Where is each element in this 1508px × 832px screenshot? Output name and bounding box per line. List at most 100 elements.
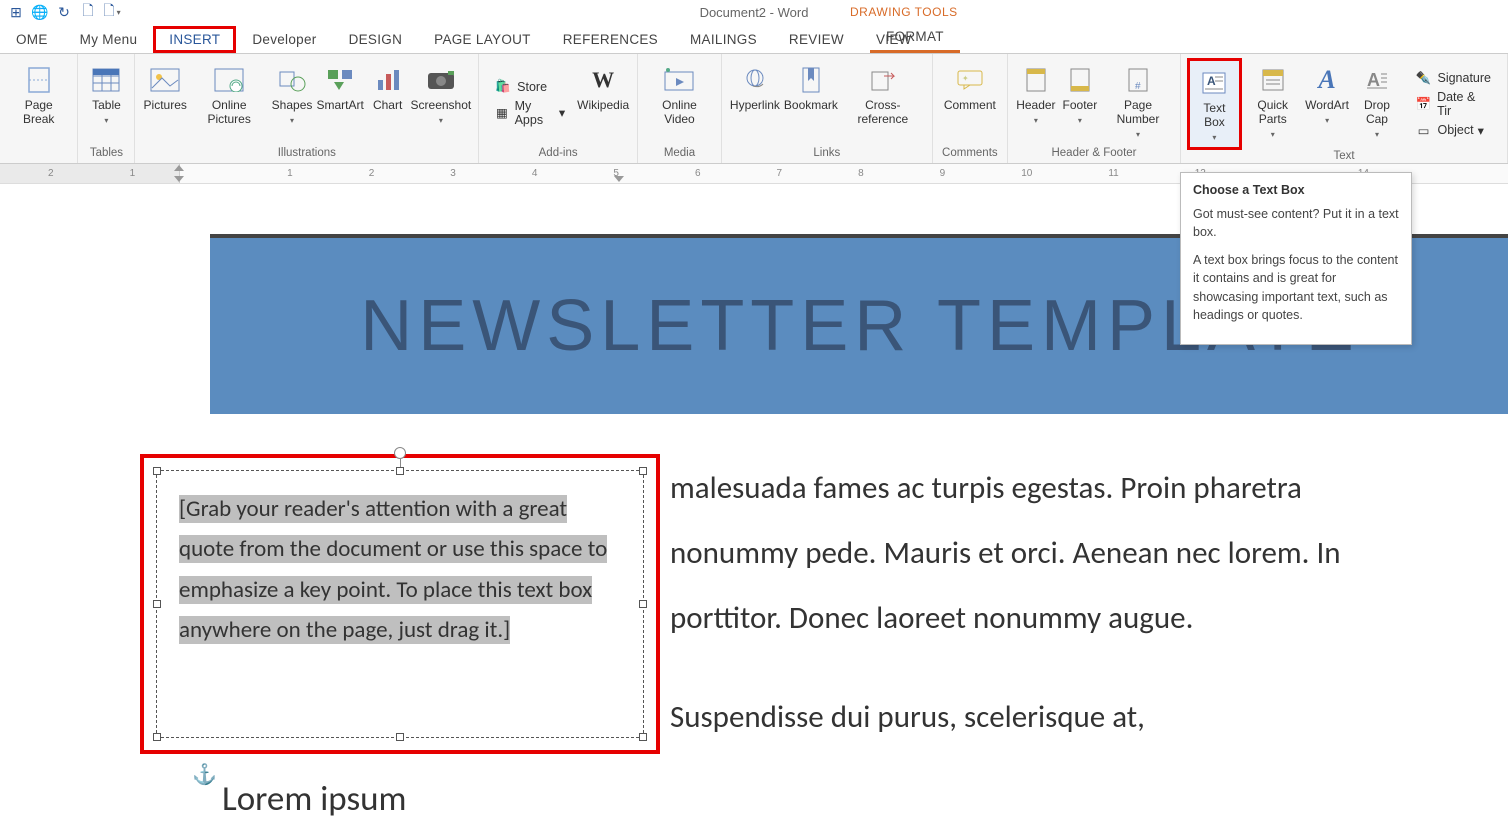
quick-parts-button[interactable]: Quick Parts▾	[1242, 58, 1304, 150]
group-label-comments: Comments	[942, 147, 998, 163]
text-box-object[interactable]: [Grab your reader's attention with a gre…	[156, 470, 644, 738]
pictures-icon	[149, 64, 181, 96]
resize-handle-bl[interactable]	[153, 733, 161, 741]
header-button[interactable]: Header▾	[1014, 58, 1058, 147]
body-paragraph-1: malesuada fames ac turpis egestas. Proin…	[670, 456, 1430, 651]
screenshot-icon	[425, 64, 457, 96]
group-label-illustrations: Illustrations	[278, 147, 336, 163]
quick-parts-icon	[1257, 64, 1289, 96]
group-pages: Page Break	[0, 54, 78, 163]
page-number-button[interactable]: # Page Number▾	[1102, 58, 1174, 147]
tab-page-layout[interactable]: PAGE LAYOUT	[418, 26, 547, 53]
svg-text:A: A	[1207, 74, 1216, 88]
lorem-heading[interactable]: Lorem ipsum	[222, 778, 407, 820]
shapes-button[interactable]: Shapes▾	[269, 58, 314, 147]
shapes-icon	[276, 64, 308, 96]
store-icon: 🛍️	[495, 79, 511, 95]
chart-button[interactable]: Chart	[366, 58, 410, 147]
page-break-button[interactable]: Page Break	[6, 58, 71, 147]
resize-handle-tl[interactable]	[153, 467, 161, 475]
wikipedia-button[interactable]: W Wikipedia	[575, 58, 631, 147]
body-text[interactable]: malesuada fames ac turpis egestas. Proin…	[670, 456, 1430, 784]
rotate-handle[interactable]	[394, 447, 406, 459]
svg-text:#: #	[1135, 81, 1141, 92]
date-icon: 📅	[1415, 96, 1431, 112]
comment-icon: ✦	[954, 64, 986, 96]
ribbon-tabs: OME My Menu INSERT Developer DESIGN PAGE…	[0, 24, 1508, 54]
wordart-button[interactable]: A WordArt▾	[1304, 58, 1351, 150]
tab-format[interactable]: FORMAT	[870, 23, 960, 53]
group-label-tables: Tables	[90, 147, 123, 163]
object-button[interactable]: ▭Object ▾	[1411, 120, 1495, 140]
ribbon: Page Break Table▾ Tables Pictures Online…	[0, 54, 1508, 164]
table-icon	[90, 64, 122, 96]
text-box-content[interactable]: [Grab your reader's attention with a gre…	[157, 471, 643, 668]
text-box-tooltip: Choose a Text Box Got must-see content? …	[1180, 172, 1412, 345]
tab-references[interactable]: REFERENCES	[547, 26, 674, 53]
footer-icon	[1064, 64, 1096, 96]
resize-handle-mr[interactable]	[639, 600, 647, 608]
smartart-button[interactable]: SmartArt	[315, 58, 366, 147]
svg-text:✦: ✦	[962, 74, 969, 83]
pictures-button[interactable]: Pictures	[141, 58, 189, 147]
group-tables: Table▾ Tables	[78, 54, 135, 163]
bookmark-icon	[795, 64, 827, 96]
group-media: Online Video Media	[638, 54, 722, 163]
group-illustrations: Pictures Online Pictures Shapes▾ SmartAr…	[135, 54, 479, 163]
wikipedia-icon: W	[587, 64, 619, 96]
doc2-icon[interactable]: 🗋▾	[103, 3, 121, 21]
wordart-icon: A	[1311, 64, 1343, 96]
contextual-tab-label: DRAWING TOOLS	[850, 5, 958, 19]
resize-handle-ml[interactable]	[153, 600, 161, 608]
text-box-button[interactable]: A Text Box▾	[1187, 58, 1242, 150]
my-apps-button[interactable]: ▦My Apps ▾	[491, 97, 569, 129]
store-button[interactable]: 🛍️Store	[491, 77, 569, 97]
tab-mailings[interactable]: MAILINGS	[674, 26, 773, 53]
group-header-footer: Header▾ Footer▾ # Page Number▾ Header & …	[1008, 54, 1181, 163]
resize-handle-br[interactable]	[639, 733, 647, 741]
tab-review[interactable]: REVIEW	[773, 26, 860, 53]
drop-cap-button[interactable]: A Drop Cap▾	[1350, 58, 1403, 150]
resize-handle-tr[interactable]	[639, 467, 647, 475]
video-icon	[663, 64, 695, 96]
redo-icon[interactable]: ↻	[55, 3, 73, 21]
tooltip-line-1: Got must-see content? Put it in a text b…	[1193, 205, 1399, 241]
comment-button[interactable]: ✦ Comment	[939, 58, 1001, 147]
chart-icon	[372, 64, 404, 96]
signature-icon: ✒️	[1415, 70, 1431, 86]
online-pictures-icon	[213, 64, 245, 96]
date-time-button[interactable]: 📅Date & Tir	[1411, 88, 1495, 120]
screenshot-button[interactable]: Screenshot▾	[410, 58, 473, 147]
tab-developer[interactable]: Developer	[236, 26, 332, 53]
tab-my-menu[interactable]: My Menu	[64, 26, 154, 53]
anchor-icon[interactable]: ⚓	[192, 762, 217, 787]
table-button[interactable]: Table▾	[84, 58, 128, 147]
body-paragraph-2: Suspendisse dui purus, scelerisque at,	[670, 685, 1430, 750]
tooltip-line-2: A text box brings focus to the content i…	[1193, 251, 1399, 324]
doc-icon[interactable]: 🗋	[79, 3, 97, 21]
group-label-links: Links	[813, 147, 840, 163]
tab-design[interactable]: DESIGN	[333, 26, 419, 53]
group-label-header-footer: Header & Footer	[1051, 147, 1136, 163]
object-icon: ▭	[1415, 122, 1431, 138]
tab-insert[interactable]: INSERT	[153, 26, 236, 53]
bookmark-button[interactable]: Bookmark	[782, 58, 840, 147]
apps-icon: ▦	[495, 105, 508, 121]
window-title: Document2 - Word	[0, 5, 1508, 20]
group-text: A Text Box▾ Quick Parts▾ A WordArt▾ A Dr…	[1181, 54, 1508, 163]
resize-handle-bm[interactable]	[396, 733, 404, 741]
tab-home-partial[interactable]: OME	[0, 26, 64, 53]
app-icon[interactable]: ⊞	[7, 3, 25, 21]
online-video-button[interactable]: Online Video	[644, 58, 715, 147]
group-label-media: Media	[664, 147, 695, 163]
resize-handle-tm[interactable]	[396, 467, 404, 475]
online-pictures-button[interactable]: Online Pictures	[189, 58, 269, 147]
header-icon	[1020, 64, 1052, 96]
svg-text:A: A	[1367, 70, 1380, 90]
cross-reference-button[interactable]: Cross-reference	[840, 58, 926, 147]
cross-ref-icon	[867, 64, 899, 96]
signature-button[interactable]: ✒️Signature	[1411, 68, 1495, 88]
globe-icon[interactable]: 🌐	[31, 3, 49, 21]
footer-button[interactable]: Footer▾	[1058, 58, 1102, 147]
hyperlink-button[interactable]: Hyperlink	[728, 58, 782, 147]
